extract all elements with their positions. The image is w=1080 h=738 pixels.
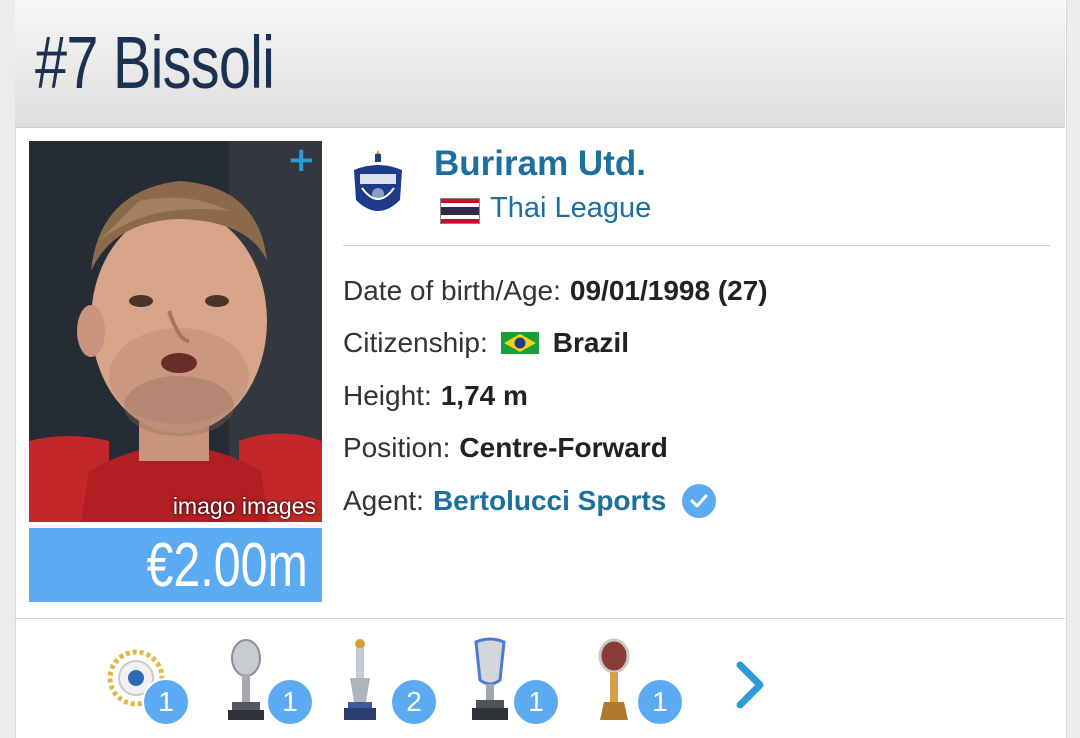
trophy-count-badge: 1 [512, 678, 560, 726]
position-label: Position: [343, 432, 451, 463]
thailand-flag-icon [440, 198, 480, 224]
citizenship-row: Citizenship: Brazil [343, 327, 629, 359]
agent-link[interactable]: Bertolucci Sports [433, 485, 666, 517]
citizenship-value: Brazil [552, 327, 629, 358]
gold-trophy-icon [598, 638, 630, 720]
chevron-right-icon[interactable] [728, 655, 772, 715]
trophy-count-badge: 1 [636, 678, 684, 726]
citizenship-label: Citizenship: [343, 327, 488, 358]
trophy-count-badge: 1 [142, 678, 190, 726]
header-bar: #7 Bissoli [15, 0, 1065, 128]
trophy-count-badge: 2 [390, 678, 438, 726]
position-row: Position: Centre-Forward [343, 432, 668, 464]
dob-label: Date of birth/Age: [343, 275, 561, 306]
tall-cup-icon [344, 639, 376, 720]
plus-icon[interactable]: + [287, 143, 316, 177]
market-value-box[interactable]: €2.00m [29, 528, 322, 602]
club-crest-icon[interactable] [350, 150, 406, 222]
silver-trophy-icon [228, 639, 264, 720]
trophy-count-badge: 1 [266, 678, 314, 726]
super-cup-icon [472, 637, 508, 720]
divider [343, 245, 1050, 246]
club-link[interactable]: Buriram Utd. [434, 144, 646, 184]
brazil-flag-icon [500, 332, 539, 354]
player-photo[interactable]: imago images [29, 141, 322, 522]
market-value: €2.00m [146, 531, 308, 600]
divider [15, 618, 1065, 619]
dob-row: Date of birth/Age: 09/01/1998 (27) [343, 275, 768, 307]
player-portrait-image [29, 141, 322, 522]
agent-row: Agent: Bertolucci Sports [343, 484, 717, 518]
agent-label: Agent: [343, 485, 424, 516]
league-link[interactable]: Thai League [490, 192, 651, 225]
height-row: Height: 1,74 m [343, 380, 528, 412]
position-value: Centre-Forward [459, 432, 668, 463]
verified-check-icon [682, 484, 717, 518]
height-value: 1,74 m [440, 380, 528, 411]
page-title: #7 Bissoli [35, 21, 275, 104]
dob-value: 09/01/1998 (27) [569, 275, 768, 306]
height-label: Height: [343, 380, 432, 411]
photo-credit: imago images [172, 493, 316, 519]
